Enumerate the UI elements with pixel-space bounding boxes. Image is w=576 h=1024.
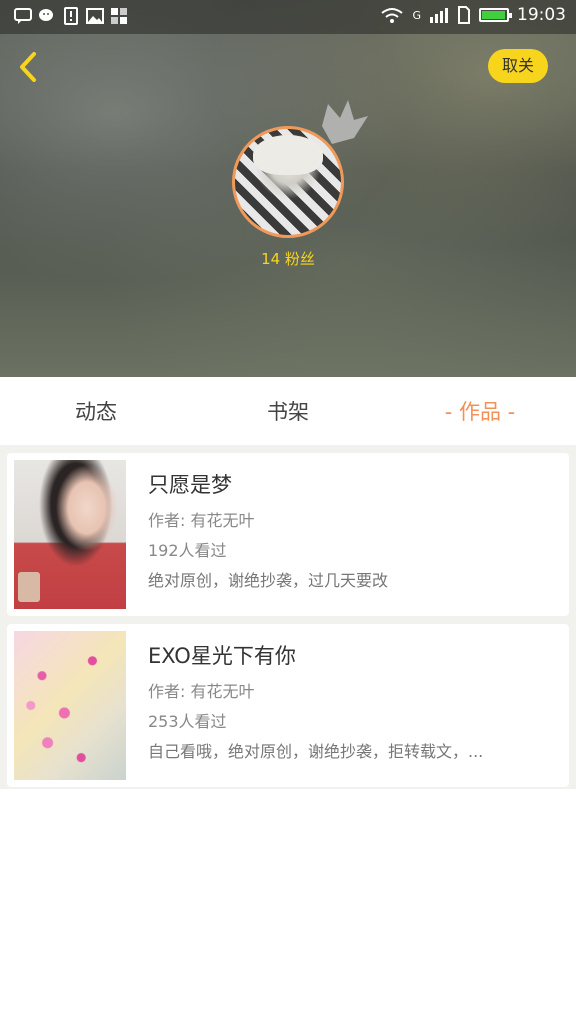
book-cover bbox=[14, 631, 126, 780]
fans-count[interactable]: 14 粉丝 bbox=[0, 248, 576, 269]
network-type: G bbox=[412, 8, 421, 22]
wechat-icon bbox=[39, 9, 53, 21]
system-status: G 19:03 bbox=[380, 5, 566, 25]
sim-icon bbox=[458, 6, 470, 24]
chevron-left-icon bbox=[20, 52, 36, 82]
book-author: 作者: 有花无叶 bbox=[148, 682, 255, 701]
book-title: EXO星光下有你 bbox=[148, 644, 296, 668]
book-title: 只愿是梦 bbox=[148, 473, 232, 497]
battery-icon bbox=[479, 8, 512, 22]
tab-activity[interactable]: 动态 bbox=[0, 377, 192, 445]
book-info: EXO星光下有你 作者: 有花无叶 253人看过 自己看哦，绝对原创，谢绝抄袭，… bbox=[148, 640, 559, 762]
battery-level bbox=[482, 11, 505, 19]
message-icon bbox=[14, 8, 32, 24]
book-views: 253人看过 bbox=[148, 712, 227, 731]
crown-icon bbox=[322, 100, 368, 144]
tab-works[interactable]: - 作品 - bbox=[384, 377, 576, 445]
profile-tabs: 动态 书架 - 作品 - bbox=[0, 377, 576, 445]
book-description: 自己看哦，绝对原创，谢绝抄袭，拒转载文，... bbox=[148, 742, 484, 761]
image-icon bbox=[86, 8, 104, 24]
tab-bookshelf[interactable]: 书架 bbox=[192, 377, 384, 445]
signal-icon bbox=[430, 8, 448, 23]
book-author: 作者: 有花无叶 bbox=[148, 511, 255, 530]
book-description: 绝对原创，谢绝抄袭，过几天要改 bbox=[148, 571, 389, 590]
back-button[interactable] bbox=[12, 48, 46, 86]
book-info: 只愿是梦 作者: 有花无叶 192人看过 绝对原创，谢绝抄袭，过几天要改 bbox=[148, 469, 559, 591]
notification-icons bbox=[14, 7, 128, 25]
clock: 19:03 bbox=[517, 5, 566, 25]
wifi-icon bbox=[381, 8, 404, 23]
section-divider bbox=[0, 445, 576, 453]
works-list: 只愿是梦 作者: 有花无叶 192人看过 绝对原创，谢绝抄袭，过几天要改 EXO… bbox=[0, 453, 576, 789]
book-cover bbox=[14, 460, 126, 609]
list-item[interactable]: 只愿是梦 作者: 有花无叶 192人看过 绝对原创，谢绝抄袭，过几天要改 bbox=[7, 453, 569, 616]
alert-icon bbox=[64, 7, 78, 25]
apps-icon bbox=[111, 8, 127, 24]
unfollow-button[interactable]: 取关 bbox=[488, 49, 548, 83]
status-bar: G 19:03 bbox=[0, 0, 576, 34]
profile-header: G 19:03 取关 14 粉丝 bbox=[0, 0, 576, 377]
avatar-container bbox=[232, 100, 368, 238]
list-item[interactable]: EXO星光下有你 作者: 有花无叶 253人看过 自己看哦，绝对原创，谢绝抄袭，… bbox=[7, 624, 569, 787]
book-views: 192人看过 bbox=[148, 541, 227, 560]
